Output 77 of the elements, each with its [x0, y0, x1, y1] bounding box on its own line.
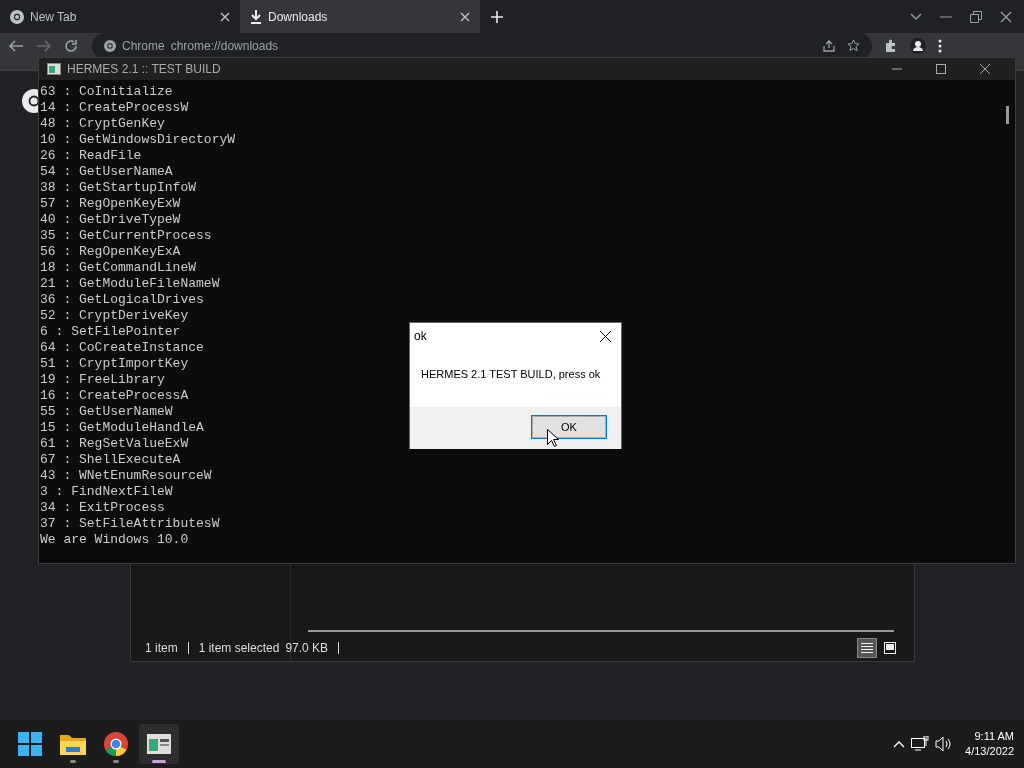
console-line: 43 : WNetEnumResourceW [40, 468, 212, 484]
scrollbar[interactable] [308, 630, 894, 632]
console-line: 40 : GetDriveTypeW [40, 212, 181, 228]
console-line: 55 : GetUserNameW [40, 404, 173, 420]
profile-icon[interactable] [910, 37, 926, 54]
address-bar[interactable]: Chrome chrome://downloads [92, 32, 872, 59]
console-line: 26 : ReadFile [40, 148, 142, 164]
reload-icon[interactable] [64, 38, 80, 53]
network-icon[interactable] [911, 736, 930, 752]
console-line: 61 : RegSetValueExW [40, 436, 189, 452]
console-line: 37 : SetFileAttributesW [40, 516, 220, 532]
back-icon[interactable] [8, 38, 24, 53]
folder-icon [60, 733, 86, 755]
browser-tab[interactable]: New Tab [0, 0, 240, 33]
dialog-title: ok [414, 328, 427, 345]
list-icon [861, 642, 873, 654]
puzzle-icon[interactable] [884, 38, 898, 53]
windows-icon [18, 732, 42, 756]
console-line: 16 : CreateProcessA [40, 388, 189, 404]
cursor-icon [547, 429, 559, 447]
tab-title: New Tab [30, 8, 77, 26]
console-line: We are Windows 10.0 [40, 532, 189, 548]
console-line: 3 : FindNextFileW [40, 484, 173, 500]
console-line: 51 : CryptImportKey [40, 356, 189, 372]
date-text: 4/13/2022 [965, 744, 1014, 759]
star-icon[interactable] [847, 39, 860, 52]
close-icon[interactable] [980, 64, 990, 74]
taskbar-button[interactable] [139, 724, 179, 764]
console-line: 63 : CoInitialize [40, 84, 173, 100]
share-icon[interactable] [823, 39, 835, 52]
console-line: 56 : RegOpenKeyExA [40, 244, 181, 260]
console-line: 36 : GetLogicalDrives [40, 292, 204, 308]
restore-icon[interactable] [970, 10, 982, 23]
maximize-icon[interactable] [936, 64, 946, 74]
console-icon [47, 63, 61, 75]
volume-icon[interactable] [935, 736, 954, 752]
console-line: 52 : CryptDeriveKey [40, 308, 189, 324]
browser-tab[interactable]: Downloads [240, 0, 480, 33]
chevron-icon[interactable] [910, 12, 922, 21]
console-line: 6 : SetFilePointer [40, 324, 181, 340]
dialog-message: HERMES 2.1 TEST BUILD, press ok [421, 368, 601, 380]
site-label: Chrome [122, 37, 165, 55]
browser-icon [104, 732, 128, 756]
console-line: 48 : CryptGenKey [40, 116, 165, 132]
status-text: 1 item selected [198, 640, 280, 657]
new-tab-icon[interactable] [490, 9, 504, 24]
close-icon[interactable] [600, 330, 611, 342]
tile-icon [884, 642, 896, 654]
console-line: 10 : GetWindowsDirectoryW [40, 132, 236, 148]
console-line: 19 : FreeLibrary [40, 372, 165, 388]
console-line: 15 : GetModuleHandleA [40, 420, 204, 436]
console-line: 14 : CreateProcessW [40, 100, 189, 116]
minimize-icon[interactable] [940, 15, 952, 18]
console-line: 67 : ShellExecuteA [40, 452, 181, 468]
download-icon [250, 9, 262, 24]
tab-title: Downloads [268, 8, 328, 26]
status-text: 1 item [145, 640, 178, 657]
console-icon [147, 734, 171, 754]
scrollbar-thumb[interactable] [1006, 106, 1009, 124]
console-line: 18 : GetCommandLineW [40, 260, 197, 276]
clock[interactable]: 9:11 AM 4/13/2022 [965, 729, 1014, 759]
console-line: 38 : GetStartupInfoW [40, 180, 197, 196]
close-icon[interactable] [1000, 10, 1012, 23]
console-line: 57 : RegOpenKeyExW [40, 196, 181, 212]
console-line: 21 : GetModuleFileNameW [40, 276, 220, 292]
console-line: 54 : GetUserNameA [40, 164, 173, 180]
chevron-up-icon[interactable] [893, 740, 906, 748]
time-text: 9:11 AM [973, 729, 1014, 744]
menu-icon[interactable] [938, 38, 942, 53]
status-text: 97.0 KB [285, 640, 329, 657]
console-line: 34 : ExitProcess [40, 500, 165, 516]
details-view-button[interactable] [857, 638, 877, 658]
address-text: chrome://downloads [170, 37, 279, 55]
console-line: 35 : GetCurrentProcess [40, 228, 212, 244]
console-line: 64 : CoCreateInstance [40, 340, 204, 356]
window-title: HERMES 2.1 :: TEST BUILD [67, 61, 221, 78]
ok-button[interactable]: OK [532, 416, 606, 438]
